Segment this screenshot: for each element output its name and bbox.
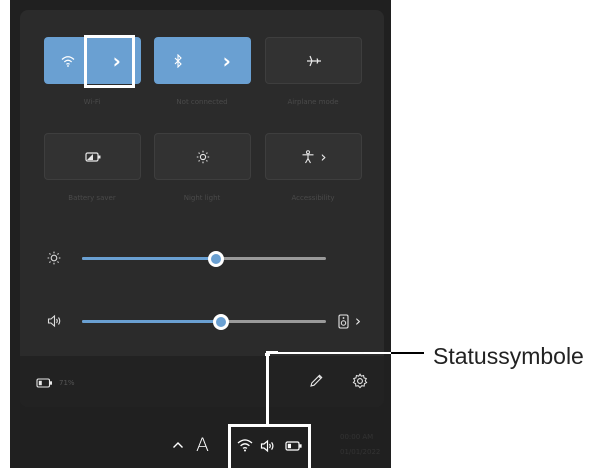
quick-settings-footer: 71% <box>20 356 384 407</box>
audio-output-button[interactable]: › <box>338 312 361 330</box>
volume-slider-thumb[interactable] <box>213 313 230 330</box>
night-light-icon <box>196 150 209 163</box>
battery-saver-tile-label: Battery saver <box>68 194 116 202</box>
battery-saver-tile[interactable] <box>44 133 141 180</box>
brightness-icon <box>47 251 61 265</box>
taskbar-clock-time[interactable]: 00:00 AM <box>340 433 373 441</box>
pencil-icon[interactable] <box>309 373 324 388</box>
chevron-right-icon: › <box>320 147 327 166</box>
speaker-device-icon <box>338 313 349 329</box>
bluetooth-more-button[interactable]: › <box>203 37 252 84</box>
chevron-up-icon[interactable] <box>172 440 184 450</box>
night-light-tile-label: Night light <box>183 194 221 202</box>
speaker-icon[interactable] <box>47 314 62 328</box>
wifi-tile-label: Wi-Fi <box>83 98 101 106</box>
bluetooth-tile-label: Not connected <box>176 98 228 106</box>
chevron-right-icon: › <box>222 48 231 73</box>
input-language-indicator[interactable]: A <box>196 434 209 456</box>
battery-saver-icon <box>84 151 100 162</box>
status-icons-highlight-box <box>228 424 311 468</box>
callout-line-horizontal-dark <box>266 351 278 354</box>
wifi-icon <box>61 55 75 67</box>
bluetooth-icon <box>174 53 183 68</box>
airplane-icon <box>306 55 321 66</box>
accessibility-icon <box>302 149 313 163</box>
battery-icon <box>36 378 52 388</box>
brightness-slider[interactable] <box>82 250 326 267</box>
accessibility-tile-label: Accessibility <box>291 194 335 202</box>
bluetooth-tile[interactable]: › <box>154 37 251 84</box>
callout-label: Statussymbole <box>433 343 584 369</box>
wifi-arrow-highlight-box <box>84 35 135 88</box>
airplane-tile[interactable] <box>265 37 362 84</box>
volume-slider-fill <box>82 320 222 323</box>
callout-line-vertical-inner <box>266 351 269 427</box>
airplane-tile-label: Airplane mode <box>287 98 339 106</box>
volume-slider[interactable] <box>82 313 326 330</box>
battery-percentage: 71% <box>59 379 75 387</box>
brightness-slider-fill <box>82 257 217 260</box>
night-light-tile[interactable] <box>154 133 251 180</box>
taskbar: A 00:00 AM 01/01/2022 <box>10 424 391 468</box>
accessibility-tile[interactable]: › <box>265 133 362 180</box>
brightness-slider-thumb[interactable] <box>208 250 225 267</box>
callout-line-horizontal <box>391 352 424 354</box>
quick-settings-panel: › › Wi-Fi Not connected Airplane mode › … <box>20 10 384 407</box>
bluetooth-toggle[interactable] <box>154 37 203 84</box>
windows-screen: › › Wi-Fi Not connected Airplane mode › … <box>10 0 391 468</box>
taskbar-clock-date[interactable]: 01/01/2022 <box>340 448 380 456</box>
gear-icon[interactable] <box>352 373 368 389</box>
callout-line-horizontal-white <box>278 352 391 354</box>
chevron-right-icon: › <box>355 312 361 330</box>
